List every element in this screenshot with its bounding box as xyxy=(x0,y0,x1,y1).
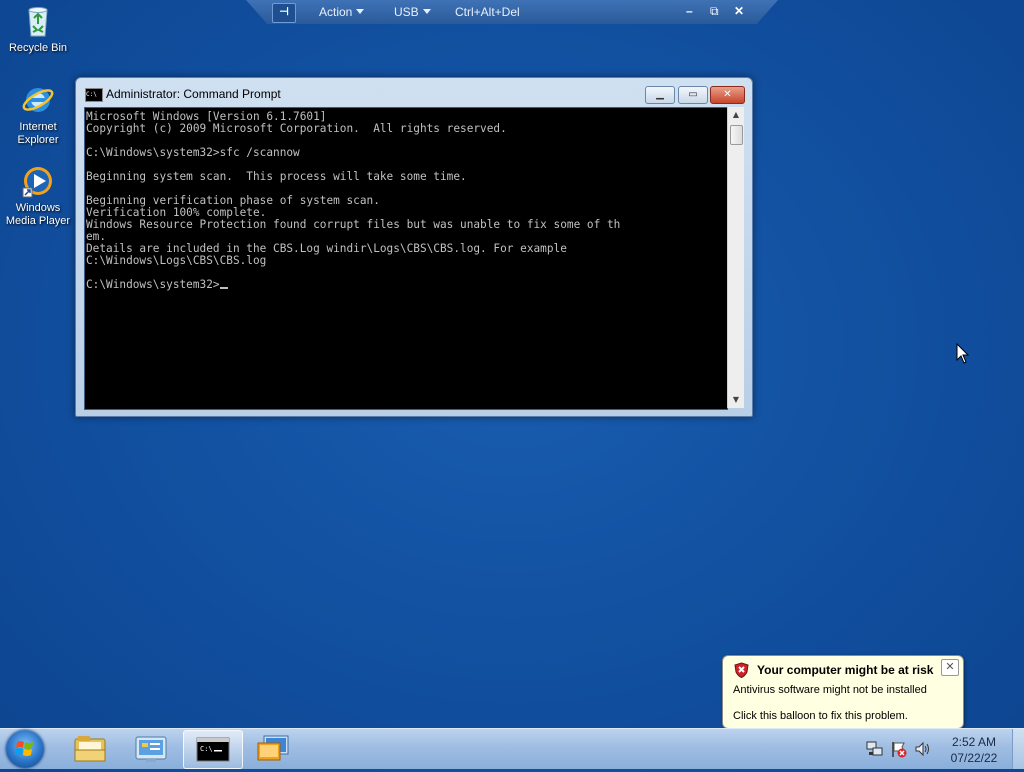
desktop-icon-internet-explorer[interactable]: Internet Explorer xyxy=(0,83,76,147)
console-line: C:\Windows\system32>sfc /scannow xyxy=(86,146,300,159)
volume-icon[interactable] xyxy=(914,740,932,758)
internet-explorer-icon xyxy=(21,83,55,117)
toolbar-close-button[interactable]: ✕ xyxy=(734,4,744,18)
balloon-action-text[interactable]: Click this balloon to fix this problem. xyxy=(733,710,908,722)
balloon-title: Your computer might be at risk xyxy=(757,663,934,677)
internet-explorer-label: Internet Explorer xyxy=(17,121,59,146)
recycle-bin-icon xyxy=(21,4,55,38)
show-desktop-button[interactable] xyxy=(1012,729,1024,769)
shield-warning-icon xyxy=(734,662,749,679)
windows-logo-icon xyxy=(15,741,33,756)
window-titlebar[interactable]: C:\ Administrator: Command Prompt ▁ ▭ ✕ xyxy=(76,78,752,108)
usb-menu[interactable]: USB xyxy=(394,5,431,19)
security-notification-balloon[interactable]: Your computer might be at risk ✕ Antivir… xyxy=(722,655,964,729)
chevron-down-icon xyxy=(356,9,365,14)
remote-desktop-icon xyxy=(257,735,289,761)
close-button[interactable]: ✕ xyxy=(710,86,745,104)
maximize-button[interactable]: ▭ xyxy=(678,86,708,104)
scroll-up-arrow-icon[interactable]: ▲ xyxy=(728,107,744,123)
action-menu[interactable]: Action xyxy=(319,5,365,19)
taskbar-remote-desktop[interactable] xyxy=(244,730,302,767)
minimize-button[interactable]: ▁ xyxy=(645,86,675,104)
network-icon[interactable] xyxy=(866,740,884,758)
ctrl-alt-del-button[interactable]: Ctrl+Alt+Del xyxy=(455,5,520,19)
window-title: Administrator: Command Prompt xyxy=(106,87,281,101)
clock-date: 07/22/22 xyxy=(950,751,998,765)
console-line: Beginning system scan. This process will… xyxy=(86,170,467,183)
taskbar-command-prompt[interactable]: C:\ xyxy=(183,730,243,769)
taskbar: C:\ 2:52 AM 07/22/22 xyxy=(0,728,1024,769)
console-line: C:\Windows\Logs\CBS\CBS.log xyxy=(86,254,267,267)
taskbar-windows-explorer[interactable] xyxy=(61,730,119,767)
usb-menu-label: USB xyxy=(394,5,419,19)
toolbar-minimize-button[interactable]: – xyxy=(686,4,693,18)
scroll-thumb[interactable] xyxy=(730,125,743,145)
chevron-down-icon xyxy=(422,9,431,14)
windows-media-player-label: Windows Media Player xyxy=(5,202,71,227)
recycle-bin-label: Recycle Bin xyxy=(8,42,68,54)
desktop-icon-recycle-bin[interactable]: Recycle Bin xyxy=(0,4,76,55)
text-cursor xyxy=(219,287,228,289)
console-prompt: C:\Windows\system32> xyxy=(86,278,220,291)
folder-icon xyxy=(74,736,106,762)
remote-session-toolbar: ⊣ Action USB Ctrl+Alt+Del – ⧉ ✕ xyxy=(246,0,778,24)
cmd-window-icon: C:\ xyxy=(85,88,103,102)
action-menu-label: Action xyxy=(319,5,353,19)
toolbar-restore-button[interactable]: ⧉ xyxy=(710,4,719,19)
clock-time: 2:52 AM xyxy=(951,735,997,749)
desktop-icon-windows-media-player[interactable]: Windows Media Player xyxy=(0,164,76,228)
pin-toolbar-button[interactable]: ⊣ xyxy=(272,3,296,23)
balloon-close-button[interactable]: ✕ xyxy=(941,659,959,676)
command-prompt-window[interactable]: C:\ Administrator: Command Prompt ▁ ▭ ✕ … xyxy=(75,77,753,417)
action-center-flag-icon[interactable] xyxy=(890,740,908,758)
svg-text:C:\: C:\ xyxy=(200,745,213,753)
console-text: Microsoft Windows [Version 6.1.7601] Cop… xyxy=(85,108,727,291)
start-button[interactable] xyxy=(6,730,44,768)
console-output[interactable]: Microsoft Windows [Version 6.1.7601] Cop… xyxy=(84,107,728,410)
taskbar-control-panel[interactable] xyxy=(122,730,180,767)
cmd-icon: C:\ xyxy=(196,737,230,762)
vertical-scrollbar[interactable]: ▲ ▼ xyxy=(727,107,744,408)
windows-media-player-icon xyxy=(21,164,55,198)
taskbar-clock[interactable]: 2:52 AM 07/22/22 xyxy=(944,734,1004,766)
console-line: Windows Resource Protection found corrup… xyxy=(86,218,621,231)
balloon-message: Antivirus software might not be installe… xyxy=(733,684,927,696)
scroll-down-arrow-icon[interactable]: ▼ xyxy=(728,392,744,408)
console-line: Copyright (c) 2009 Microsoft Corporation… xyxy=(86,122,507,135)
control-panel-icon xyxy=(135,736,167,762)
